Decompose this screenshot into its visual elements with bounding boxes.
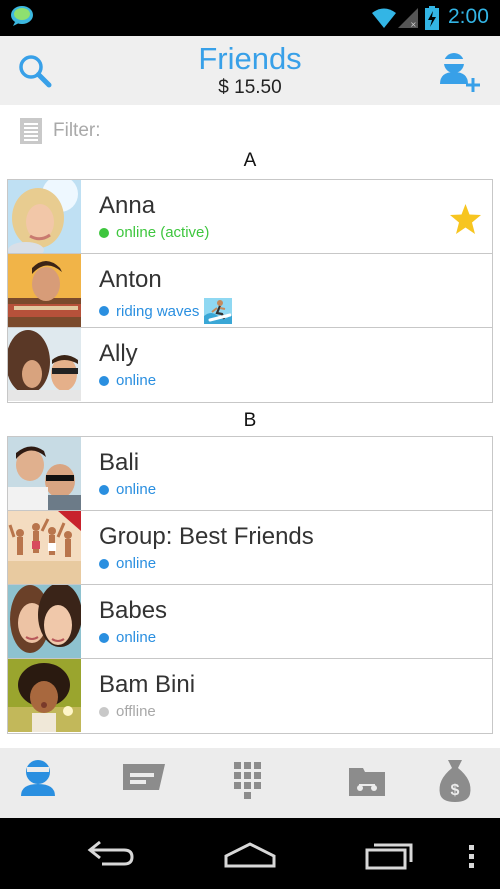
header-bar: Friends $ 15.50	[0, 36, 500, 105]
avatar-bam-bini	[8, 659, 81, 732]
status-online-dot	[99, 375, 109, 386]
bottom-tab-bar: $	[0, 748, 500, 818]
contact-list-b: Bali online Group: Best Friends online B…	[7, 436, 493, 734]
status-online-dot	[99, 227, 109, 238]
tab-contacts[interactable]	[8, 756, 68, 812]
surfer-icon	[204, 298, 233, 324]
avatar-bali	[8, 437, 81, 510]
contact-name: Anna	[99, 192, 156, 219]
status-text: riding waves	[116, 302, 200, 320]
contact-row-babes[interactable]: Babes online	[8, 585, 492, 659]
avatar-group	[8, 511, 81, 584]
avatar-anton	[8, 254, 81, 327]
tab-voicemail[interactable]	[337, 756, 397, 812]
contact-row-anna[interactable]: Anna online (active)	[8, 180, 492, 254]
app-notification-icon	[11, 6, 33, 26]
contact-list-a: Anna online (active) Anton riding waves	[7, 179, 493, 403]
contact-status: offline	[99, 703, 156, 720]
back-icon[interactable]	[86, 838, 136, 870]
svg-text:$: $	[451, 782, 460, 799]
status-text: online (active)	[116, 224, 210, 241]
contact-name: Bali	[99, 449, 140, 476]
contact-name: Bam Bini	[99, 671, 196, 698]
status-text: online	[116, 372, 157, 389]
avatar-babes	[8, 585, 81, 658]
voicemail-icon	[349, 768, 385, 796]
status-text: online	[116, 481, 157, 498]
avatar-anna	[8, 180, 81, 253]
contact-row-ally[interactable]: Ally online	[8, 328, 492, 402]
add-user-icon[interactable]	[438, 50, 482, 94]
contact-status: online	[99, 629, 156, 646]
tab-dialpad[interactable]	[218, 756, 278, 812]
section-header-b: B	[243, 410, 257, 431]
contacts-icon	[21, 760, 55, 796]
filter-field[interactable]: Filter:	[20, 118, 101, 144]
contact-row-bali[interactable]: Bali online	[8, 437, 492, 511]
avatar-ally	[8, 328, 81, 401]
status-online-dot	[99, 558, 109, 569]
contact-status: online	[99, 555, 156, 572]
contact-status: online (active)	[99, 224, 209, 241]
money-bag-icon: $	[439, 760, 471, 802]
status-text: online	[116, 555, 157, 572]
tab-chats[interactable]	[114, 756, 174, 812]
contact-status: riding waves	[99, 298, 233, 324]
document-list-icon	[20, 118, 42, 144]
contact-row-anton[interactable]: Anton riding waves	[8, 254, 492, 328]
contact-row-group-best-friends[interactable]: Group: Best Friends online	[8, 511, 492, 585]
status-online-dot	[99, 306, 109, 316]
system-navigation-bar	[0, 818, 500, 889]
recent-apps-icon[interactable]	[364, 838, 414, 870]
dialpad-icon	[234, 762, 261, 799]
filter-label: Filter:	[53, 120, 101, 141]
contact-status: online	[99, 481, 156, 498]
overflow-menu-icon[interactable]	[468, 844, 476, 868]
status-text: online	[116, 629, 157, 646]
status-bar: × 2:00	[0, 0, 500, 36]
svg-text:×: ×	[410, 20, 417, 28]
status-text: offline	[116, 703, 156, 720]
signal-icon: ×	[398, 8, 418, 28]
favorite-star-icon[interactable]	[450, 204, 481, 234]
status-online-dot	[99, 632, 109, 643]
status-online-dot	[99, 484, 109, 495]
home-icon[interactable]	[224, 838, 276, 870]
contact-name: Group: Best Friends	[99, 523, 314, 550]
wifi-icon	[372, 8, 396, 28]
contact-name: Babes	[99, 597, 168, 624]
contact-row-bam-bini[interactable]: Bam Bini offline	[8, 659, 492, 733]
tab-credit[interactable]: $	[425, 756, 485, 812]
clock: 2:00	[448, 5, 489, 28]
status-offline-dot	[99, 706, 109, 717]
section-header-a: A	[243, 150, 257, 171]
contact-status: online	[99, 372, 156, 389]
balance: $ 15.50	[218, 77, 282, 98]
battery-charging-icon	[425, 6, 439, 30]
chat-icon	[123, 764, 165, 790]
page-title: Friends	[198, 41, 302, 76]
contact-name: Ally	[99, 340, 138, 367]
contact-name: Anton	[99, 266, 162, 293]
